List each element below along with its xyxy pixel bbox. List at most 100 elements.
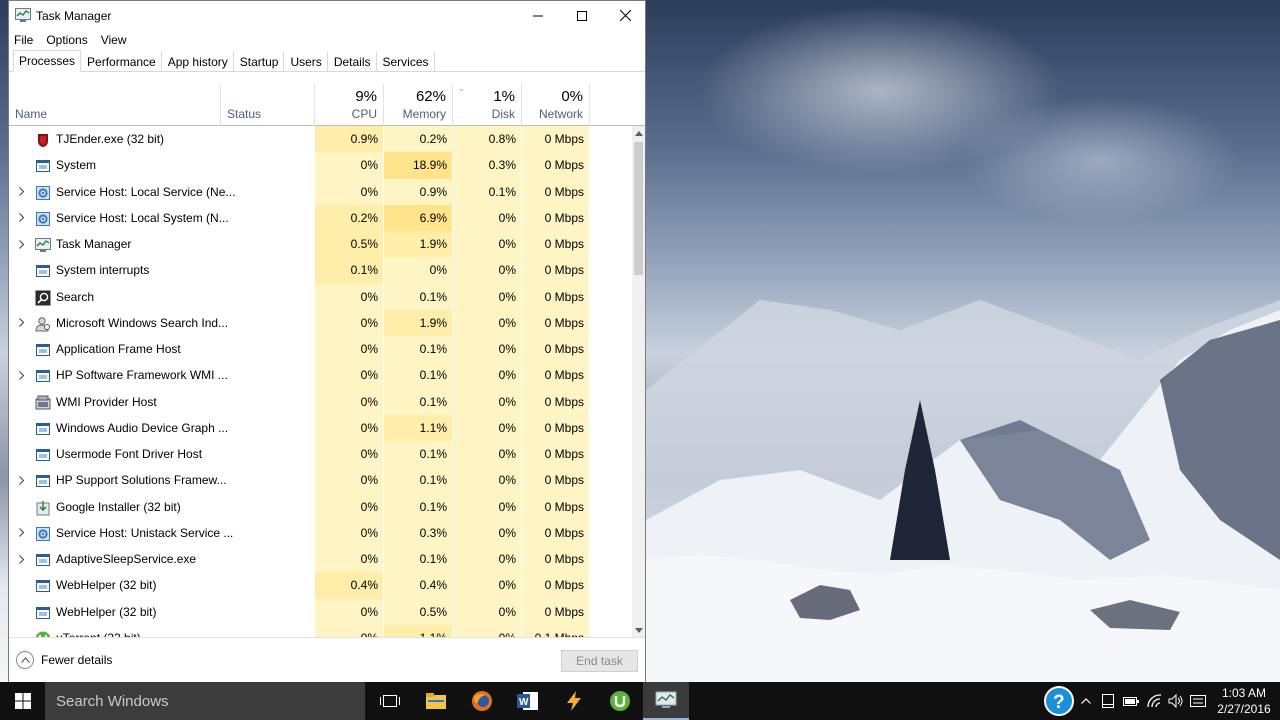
process-row[interactable]: uTorrent (32 bit)0%1.1%0%0.1 Mbps [9, 624, 632, 637]
window-icon [36, 370, 50, 383]
process-row[interactable]: HP Software Framework WMI ... 0% 0.1% 0% 0 M… [9, 362, 632, 389]
tab-startup[interactable]: Startup [234, 51, 285, 71]
taskbar-clock[interactable]: 1:03 AM 2/27/2016 [1212, 685, 1276, 717]
window-icon [36, 160, 50, 173]
cpu-total: 9% [355, 88, 377, 105]
minimize-button[interactable] [516, 1, 560, 30]
taskbar-search-box[interactable]: Search Windows [45, 682, 365, 720]
task-view-button[interactable] [367, 682, 413, 720]
menu-view[interactable]: View [101, 33, 134, 47]
process-memory-value: 1.9% [384, 309, 452, 336]
scrollbar-thumb[interactable] [634, 142, 643, 275]
column-cpu[interactable]: 9% CPU [315, 84, 383, 126]
process-disk-value: 0% [453, 519, 521, 546]
process-row[interactable]: Application Frame Host 0% 0.1% 0% 0 Mbps [9, 336, 632, 363]
task-manager-taskbar-button[interactable] [643, 682, 689, 720]
process-row[interactable]: Service Host: Unistack Service ... 0% 0.3%… [9, 519, 632, 546]
chevron-right-icon[interactable] [16, 179, 26, 205]
column-status[interactable]: Status [221, 84, 314, 126]
column-disk[interactable]: 1% Disk [453, 84, 521, 126]
tab-services[interactable]: Services [377, 51, 435, 71]
tab-app-history[interactable]: App history [162, 51, 234, 71]
start-button[interactable] [0, 682, 45, 720]
process-network-value: 0 Mbps [522, 493, 589, 520]
process-row[interactable]: Windows Audio Device Graph ... 0% 1.1% 0% 0 … [9, 414, 632, 441]
column-memory[interactable]: 62% Memory [384, 84, 452, 126]
process-row[interactable]: Usermode Font Driver Host 0% 0.1% 0% 0 Mbps [9, 441, 632, 468]
process-row[interactable]: WebHelper (32 bit) 0% 0.5% 0% 0 Mbps [9, 598, 632, 625]
process-cpu-value: 0% [315, 309, 383, 336]
process-row[interactable]: Google Installer (32 bit) 0% 0.1% 0% 0 Mbps [9, 493, 632, 520]
process-name: Search [56, 289, 95, 304]
column-name[interactable]: Name [9, 84, 220, 126]
gear-icon [36, 211, 50, 226]
tab-details[interactable]: Details [328, 51, 377, 71]
end-task-button[interactable]: End task [561, 650, 638, 672]
process-network-value: 0 Mbps [522, 126, 589, 153]
process-row[interactable]: WebHelper (32 bit) 0.4% 0.4% 0% 0 Mbps [9, 572, 632, 599]
battery-tray-button[interactable] [1120, 682, 1142, 720]
column-network[interactable]: 0% Network [522, 84, 589, 126]
tablet-tray-button[interactable] [1098, 682, 1118, 720]
process-cpu-value: 0% [315, 519, 383, 546]
maximize-button[interactable] [560, 1, 604, 30]
process-memory-value: 0.9% [384, 178, 452, 205]
scroll-up-arrow-icon[interactable] [632, 126, 645, 140]
process-name: TJEnder.exe (32 bit) [56, 132, 165, 147]
menu-bar: File Options View [9, 30, 645, 50]
process-row[interactable]: TJEnder.exe (32 bit) 0.9% 0.2% 0.8% 0 Mbps [9, 126, 632, 153]
process-network-value: 0 Mbps [522, 414, 589, 441]
file-explorer-button[interactable] [413, 682, 459, 720]
vertical-scrollbar[interactable] [632, 126, 645, 637]
process-name: System interrupts [56, 263, 150, 278]
search-icon [35, 290, 51, 305]
process-row[interactable]: System interrupts 0.1% 0% 0% 0 Mbps [9, 257, 632, 284]
process-row[interactable]: Microsoft Windows Search Ind... 0% 1.9% 0% 0… [9, 309, 632, 336]
process-row[interactable]: Service Host: Local System (N... 0.2% 6.9%… [9, 204, 632, 231]
process-row[interactable]: System 0% 18.9% 0.3% 0 Mbps [9, 152, 632, 179]
chevron-right-icon[interactable] [16, 205, 26, 231]
process-cpu-value: 0% [315, 388, 383, 415]
chevron-right-icon[interactable] [16, 520, 26, 546]
process-network-value: 0 Mbps [522, 152, 589, 179]
chevron-right-icon[interactable] [16, 467, 26, 493]
help-tray-button[interactable]: ? [1043, 682, 1075, 720]
network-tray-button[interactable] [1144, 682, 1166, 720]
utorrent-taskbar-button[interactable] [597, 682, 643, 720]
process-name: Task Manager [56, 237, 132, 252]
volume-tray-button[interactable] [1166, 682, 1186, 720]
firefox-button[interactable] [459, 682, 505, 720]
show-hidden-icons-button[interactable] [1077, 682, 1095, 720]
process-name: AdaptiveSleepService.exe [56, 552, 197, 567]
process-row[interactable]: Task Manager 0.5% 1.9% 0% 0 Mbps [9, 231, 632, 258]
process-network-value: 0 Mbps [522, 362, 589, 389]
tab-processes[interactable]: Processes [13, 50, 82, 72]
input-tray-button[interactable] [1187, 682, 1209, 720]
process-name: Google Installer (32 bit) [56, 499, 181, 514]
close-button[interactable] [603, 1, 647, 30]
scroll-down-arrow-icon[interactable] [632, 623, 645, 637]
process-row[interactable]: Service Host: Local Service (Ne... 0% 0.9%… [9, 178, 632, 205]
process-cpu-value: 0.9% [315, 126, 383, 153]
process-disk-value: 0% [453, 414, 521, 441]
menu-options[interactable]: Options [46, 33, 94, 47]
chevron-right-icon[interactable] [16, 546, 26, 572]
title-bar[interactable]: Task Manager [9, 1, 645, 30]
column-divider[interactable] [589, 84, 590, 126]
tab-performance[interactable]: Performance [81, 51, 162, 71]
word-button[interactable]: W [505, 682, 551, 720]
tablet-icon [1102, 694, 1114, 708]
process-row[interactable]: Search 0% 0.1% 0% 0 Mbps [9, 283, 632, 310]
tjender-taskbar-button[interactable] [551, 682, 597, 720]
process-row[interactable]: HP Support Solutions Framew... 0% 0.1% 0% 0 … [9, 467, 632, 494]
chevron-right-icon[interactable] [16, 231, 26, 257]
tab-users[interactable]: Users [284, 51, 328, 71]
chevron-right-icon[interactable] [16, 310, 26, 336]
chevron-right-icon[interactable] [16, 362, 26, 388]
menu-file[interactable]: File [14, 33, 40, 47]
fewer-details-button[interactable]: Fewer details [16, 651, 112, 669]
close-icon [619, 10, 631, 21]
process-row[interactable]: WMI Provider Host 0% 0.1% 0% 0 Mbps [9, 388, 632, 415]
window-icon [36, 606, 50, 619]
process-row[interactable]: AdaptiveSleepService.exe 0% 0.1% 0% 0 Mbps [9, 546, 632, 573]
